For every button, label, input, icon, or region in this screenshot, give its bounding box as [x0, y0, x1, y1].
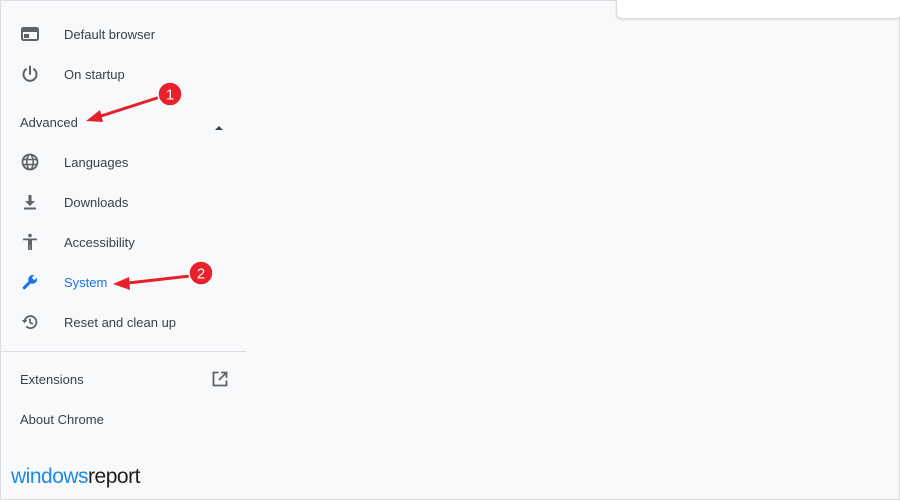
accessibility-icon	[20, 232, 40, 252]
sidebar-item-downloads[interactable]: Downloads	[0, 184, 246, 220]
settings-sidebar: Default browser On startup Advanced Lang…	[0, 0, 246, 500]
sidebar-item-label: Reset and clean up	[64, 314, 177, 330]
watermark-part-report: report	[88, 465, 140, 488]
windowsreport-watermark: windowsreport	[11, 465, 140, 489]
sidebar-item-label: Accessibility	[64, 234, 135, 250]
sidebar-item-accessibility[interactable]: Accessibility	[0, 224, 246, 260]
sidebar-item-label: Default browser	[64, 26, 156, 42]
download-icon	[20, 192, 40, 212]
sidebar-item-on-startup[interactable]: On startup	[0, 56, 246, 92]
sidebar-item-label: Extensions	[20, 371, 84, 387]
sidebar-item-label: Languages	[64, 154, 129, 170]
watermark-part-windows: windows	[11, 465, 89, 488]
caret-up-icon	[214, 118, 224, 136]
sidebar-divider	[0, 351, 246, 352]
content-card	[616, 0, 900, 19]
globe-icon	[20, 152, 40, 172]
sidebar-item-default-browser[interactable]: Default browser	[0, 16, 246, 52]
sidebar-item-languages[interactable]: Languages	[0, 144, 246, 180]
sidebar-item-about-chrome[interactable]: About Chrome	[20, 407, 232, 431]
power-icon	[20, 64, 40, 84]
sidebar-item-label: About Chrome	[20, 411, 104, 427]
sidebar-item-system[interactable]: System	[0, 264, 246, 300]
advanced-section-toggle[interactable]: Advanced	[20, 110, 230, 134]
open-in-new-icon	[210, 369, 230, 394]
sidebar-item-label: On startup	[64, 66, 125, 82]
sidebar-item-extensions[interactable]: Extensions	[20, 367, 232, 391]
restore-icon	[20, 312, 40, 332]
sidebar-item-label: System	[64, 274, 108, 290]
sidebar-item-label: Downloads	[64, 194, 129, 210]
advanced-label: Advanced	[20, 114, 78, 130]
sidebar-item-reset-and-clean-up[interactable]: Reset and clean up	[0, 304, 246, 340]
wrench-icon	[20, 272, 40, 292]
browser-window-icon	[20, 24, 40, 44]
